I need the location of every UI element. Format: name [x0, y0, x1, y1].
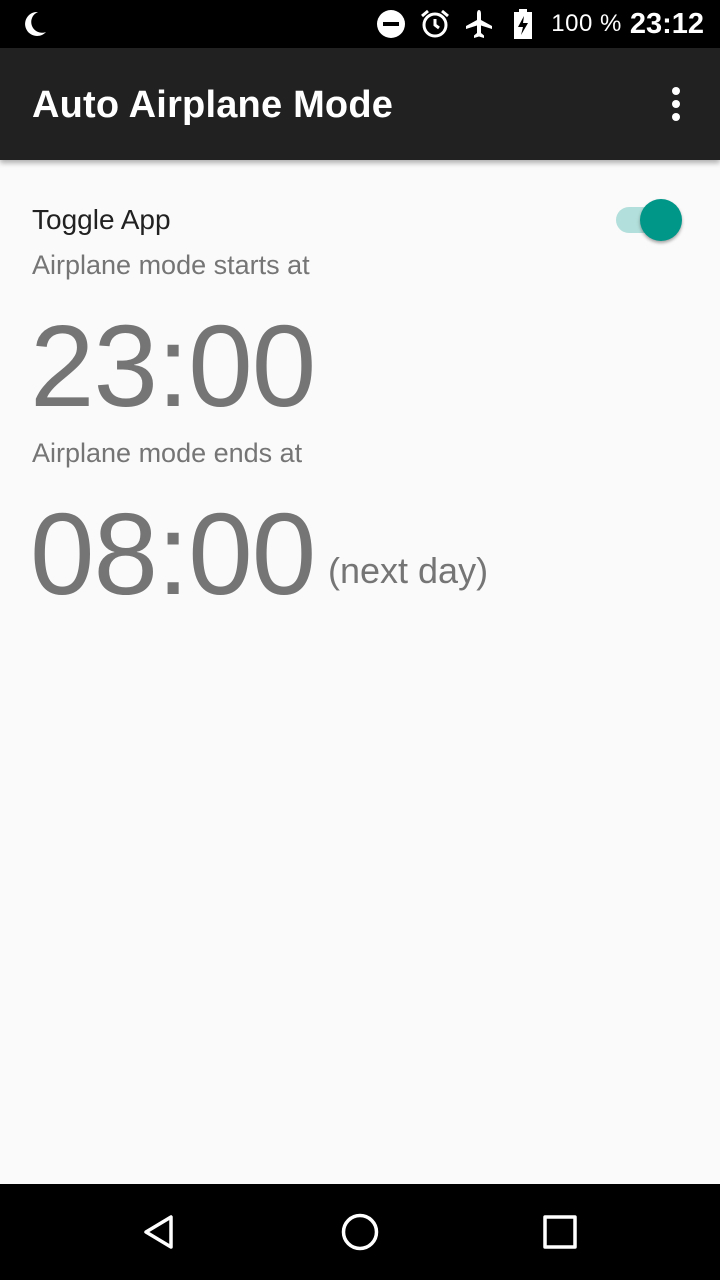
back-button[interactable] — [132, 1204, 188, 1260]
start-time[interactable]: 23:00 — [30, 308, 316, 424]
toggle-app-switch[interactable] — [612, 198, 684, 242]
moon-icon — [18, 8, 50, 40]
battery-charging-icon — [507, 8, 539, 40]
app-title: Auto Airplane Mode — [32, 84, 394, 126]
recents-button[interactable] — [532, 1204, 588, 1260]
home-button[interactable] — [332, 1204, 388, 1260]
navigation-bar — [0, 1184, 720, 1280]
back-icon — [144, 1215, 173, 1249]
airplane-icon — [463, 8, 495, 40]
recents-icon — [543, 1215, 577, 1249]
toggle-app-label: Toggle App — [32, 204, 171, 235]
start-caption: Airplane mode starts at — [32, 250, 310, 280]
status-bar: 100 % 23:12 — [0, 0, 720, 48]
settings-content: Toggle App Airplane mode starts at 23:00… — [0, 160, 720, 1184]
battery-percent: 100 % — [551, 10, 622, 37]
alarm-icon — [419, 8, 451, 40]
end-caption: Airplane mode ends at — [32, 438, 303, 468]
next-day-label: (next day) — [328, 550, 489, 591]
switch-thumb — [640, 199, 682, 241]
overflow-menu-button[interactable] — [656, 80, 696, 128]
app-bar: Auto Airplane Mode — [0, 48, 720, 160]
more-vert-icon — [672, 87, 680, 121]
home-icon — [341, 1213, 379, 1251]
end-time[interactable]: 08:00 — [30, 496, 316, 612]
status-clock: 23:12 — [629, 7, 704, 40]
do-not-disturb-icon — [375, 8, 407, 40]
